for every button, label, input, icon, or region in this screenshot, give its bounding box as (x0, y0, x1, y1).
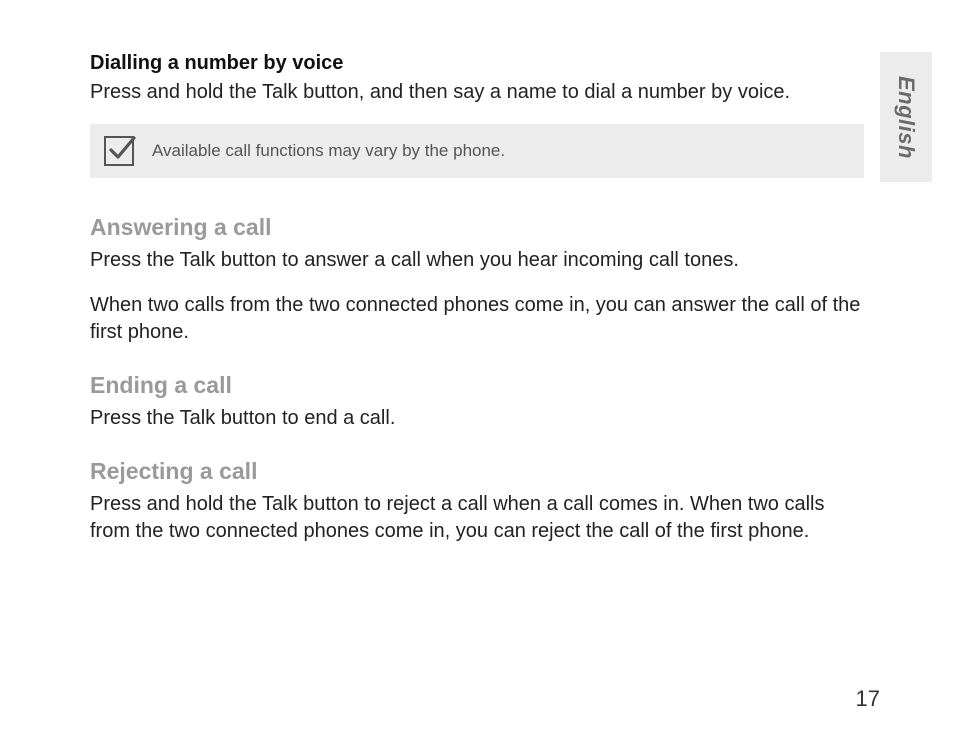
heading-rejecting: Rejecting a call (90, 458, 864, 485)
section-answering: Answering a call Press the Talk button t… (90, 214, 864, 346)
heading-answering: Answering a call (90, 214, 864, 241)
page-number: 17 (856, 686, 880, 712)
language-tab: English (880, 52, 932, 182)
checkmark-icon (104, 136, 134, 166)
section-rejecting: Rejecting a call Press and hold the Talk… (90, 458, 864, 545)
language-tab-label: English (893, 76, 919, 159)
body-rejecting: Press and hold the Talk button to reject… (90, 491, 864, 545)
heading-ending: Ending a call (90, 372, 864, 399)
body-answering-2: When two calls from the two connected ph… (90, 292, 864, 346)
note-box: Available call functions may vary by the… (90, 124, 864, 178)
body-ending: Press the Talk button to end a call. (90, 405, 864, 432)
page: English Dialling a number by voice Press… (0, 0, 954, 742)
note-text: Available call functions may vary by the… (152, 141, 505, 161)
heading-dialling: Dialling a number by voice (90, 52, 864, 75)
body-dialling: Press and hold the Talk button, and then… (90, 79, 864, 106)
body-answering-1: Press the Talk button to answer a call w… (90, 247, 864, 274)
section-ending: Ending a call Press the Talk button to e… (90, 372, 864, 432)
section-dialling: Dialling a number by voice Press and hol… (90, 52, 864, 178)
